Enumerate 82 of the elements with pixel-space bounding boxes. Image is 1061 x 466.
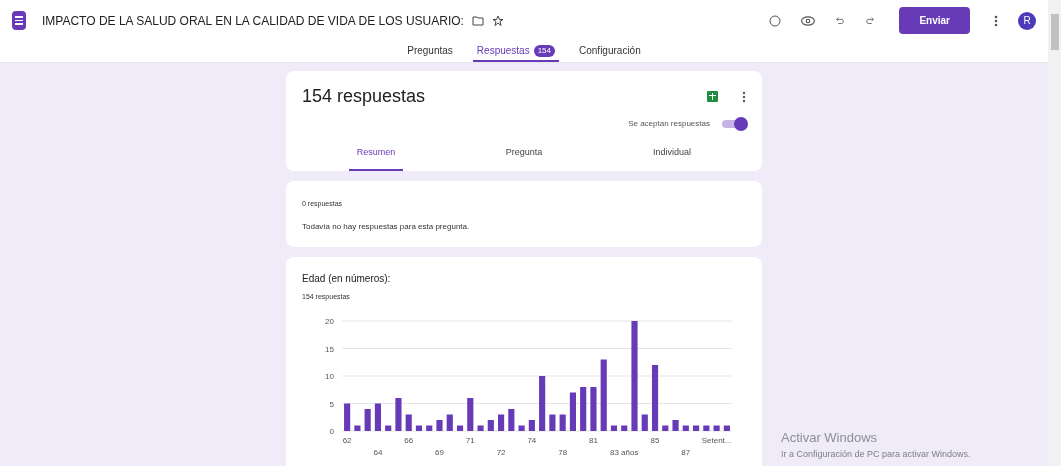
- summary-tab[interactable]: Individual: [598, 142, 746, 171]
- accepting-label: Se aceptan respuestas: [628, 118, 710, 130]
- bar: [385, 425, 392, 431]
- x-tick-label: 71: [465, 435, 475, 445]
- x-tick-label: 81: [589, 435, 598, 445]
- more-icon[interactable]: [994, 14, 998, 27]
- accepting-toggle[interactable]: [722, 120, 746, 128]
- x-tick-label: 72: [496, 447, 506, 457]
- bar: [590, 386, 597, 431]
- bar: [354, 425, 361, 431]
- x-tick-label: Setent...: [701, 435, 732, 445]
- bar: [703, 425, 710, 431]
- bar: [723, 425, 730, 431]
- bar: [672, 419, 679, 431]
- bar: [682, 425, 689, 431]
- bar: [580, 386, 587, 431]
- more-icon[interactable]: [742, 90, 746, 103]
- bar: [456, 425, 464, 431]
- star-icon[interactable]: [491, 14, 504, 27]
- y-tick-label: 0: [329, 426, 334, 436]
- activation-message: Ir a Configuración de PC para activar Windows.: [781, 447, 971, 461]
- forms-logo-icon: [12, 11, 26, 30]
- nav-tab[interactable]: Preguntas: [403, 41, 457, 62]
- x-tick-label: 78: [558, 447, 568, 457]
- folder-icon[interactable]: [471, 15, 484, 26]
- bar: [374, 403, 381, 431]
- bar: [539, 375, 546, 431]
- bar: [662, 425, 669, 431]
- bar: [395, 397, 402, 431]
- bar: [405, 414, 412, 431]
- x-tick-label: 64: [373, 447, 383, 457]
- bar: [446, 414, 453, 431]
- bar: [713, 425, 720, 431]
- nav-tab[interactable]: Respuestas 154: [472, 41, 559, 62]
- bar: [477, 425, 484, 431]
- empty-message: Todavía no hay respuestas para esta pregunta.: [302, 221, 471, 233]
- y-tick-label: 10: [325, 371, 334, 381]
- bar: [508, 408, 515, 431]
- scrollbar[interactable]: [1048, 0, 1061, 466]
- bar: [426, 425, 433, 431]
- responses-heading: 154 respuestas: [302, 85, 426, 108]
- y-tick-label: 20: [325, 316, 334, 326]
- x-tick-label: 74: [527, 435, 537, 445]
- bar: [344, 403, 351, 431]
- x-tick-label: 85: [650, 435, 660, 445]
- bar: [518, 425, 525, 431]
- bar: [569, 392, 576, 431]
- bar: [559, 414, 566, 431]
- form-title: IMPACTO DE LA SALUD ORAL EN LA CALIDAD DE VIDA DE LOS USUARIO:: [42, 12, 464, 30]
- x-tick-label: 69: [435, 447, 444, 457]
- eye-icon[interactable]: [801, 15, 816, 26]
- bar: [600, 359, 607, 431]
- x-tick-label: 62: [342, 435, 352, 445]
- redo-icon[interactable]: [865, 15, 876, 26]
- bar: [467, 397, 474, 431]
- activation-title: Activar Windows: [781, 429, 879, 447]
- send-button[interactable]: Enviar: [899, 7, 970, 34]
- bar: [641, 414, 648, 431]
- count-badge: 154: [533, 44, 555, 57]
- x-tick-label: 66: [404, 435, 414, 445]
- avatar[interactable]: R: [1018, 11, 1036, 30]
- bar: [610, 425, 618, 431]
- bar: [651, 364, 659, 431]
- x-tick-label: 87: [681, 447, 691, 457]
- bar: [436, 419, 443, 431]
- bar: [498, 414, 505, 431]
- bar: [415, 425, 423, 431]
- nav-tab[interactable]: Configuración: [575, 41, 645, 62]
- summary-tab[interactable]: Resumen: [302, 142, 450, 171]
- y-tick-label: 5: [329, 399, 334, 408]
- x-tick-label: 83 años: [610, 447, 639, 457]
- spreadsheet-icon[interactable]: [707, 91, 718, 102]
- y-tick-label: 15: [325, 344, 334, 353]
- bar: [621, 425, 628, 431]
- bar: [528, 419, 535, 431]
- question-title: Edad (en números):: [302, 272, 392, 286]
- bar: [549, 414, 556, 431]
- bar: [487, 419, 494, 431]
- undo-icon[interactable]: [835, 15, 846, 26]
- summary-tab[interactable]: Pregunta: [450, 142, 598, 171]
- bar: [364, 408, 371, 431]
- bar: [693, 425, 700, 431]
